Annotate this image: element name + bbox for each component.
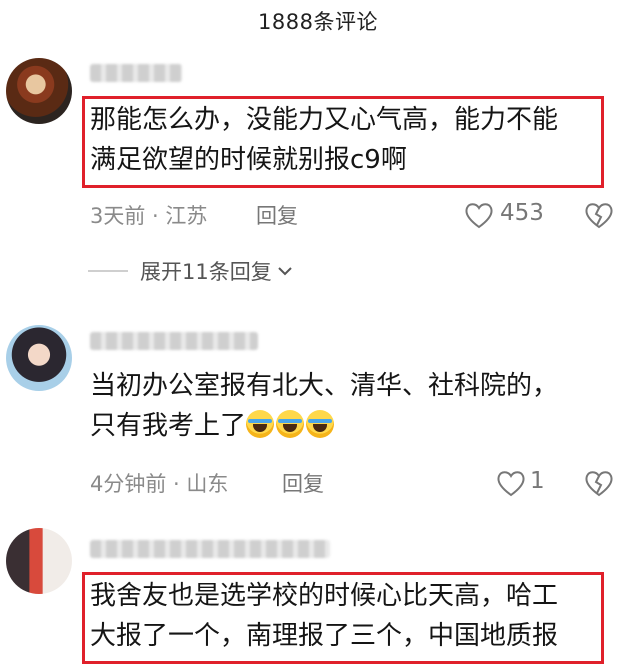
comment-line-with-emoji: 只有我考上了 xyxy=(90,406,558,446)
username-blurred[interactable] xyxy=(90,540,330,558)
avatar[interactable] xyxy=(6,58,72,124)
like-count: 1 xyxy=(530,468,545,494)
comment-meta: 4分钟前 · 山东 xyxy=(90,472,229,496)
chevron-down-icon xyxy=(278,267,292,276)
broken-heart-icon[interactable] xyxy=(584,469,614,497)
laughing-crying-emoji-icon xyxy=(306,410,335,438)
comment-line: 那能怎么办，没能力又心气高，能力不能 xyxy=(90,105,559,135)
reply-button[interactable]: 回复 xyxy=(282,468,324,498)
comment-line: 满足欲望的时候就别报c9啊 xyxy=(90,145,407,175)
comment-line: 大报了一个，南理报了三个，中国地质报 xyxy=(90,621,559,651)
expand-replies-button[interactable]: 展开11条回复 xyxy=(88,256,294,286)
comment-count-title: 1888条评论 xyxy=(258,10,378,34)
comment-meta: 3天前 · 江苏 xyxy=(90,204,208,228)
avatar[interactable] xyxy=(6,528,72,594)
comment-text: 当初办公室报有北大、清华、社科院的， 只有我考上了 xyxy=(90,366,558,446)
laughing-crying-emoji-icon xyxy=(276,410,305,438)
expand-label: 展开11条回复 xyxy=(140,260,272,284)
comment-line: 当初办公室报有北大、清华、社科院的， xyxy=(90,371,559,401)
heart-outline-icon[interactable] xyxy=(496,469,526,497)
username-blurred[interactable] xyxy=(90,332,258,350)
heart-outline-icon[interactable] xyxy=(464,201,494,229)
comment-line: 只有我考上了 xyxy=(90,411,247,441)
comment-text: 那能怎么办，没能力又心气高，能力不能 满足欲望的时候就别报c9啊 xyxy=(90,100,558,180)
username-blurred[interactable] xyxy=(90,64,182,82)
laughing-crying-emoji-icon xyxy=(246,410,275,438)
divider-line xyxy=(88,270,128,272)
comment-line: 我舍友也是选学校的时候心比天高，哈工 xyxy=(90,581,559,611)
avatar[interactable] xyxy=(6,325,72,391)
broken-heart-icon[interactable] xyxy=(584,201,614,229)
like-count: 453 xyxy=(500,200,544,226)
reply-button[interactable]: 回复 xyxy=(256,200,298,230)
comment-text: 我舍友也是选学校的时候心比天高，哈工 大报了一个，南理报了三个，中国地质报 xyxy=(90,576,558,656)
